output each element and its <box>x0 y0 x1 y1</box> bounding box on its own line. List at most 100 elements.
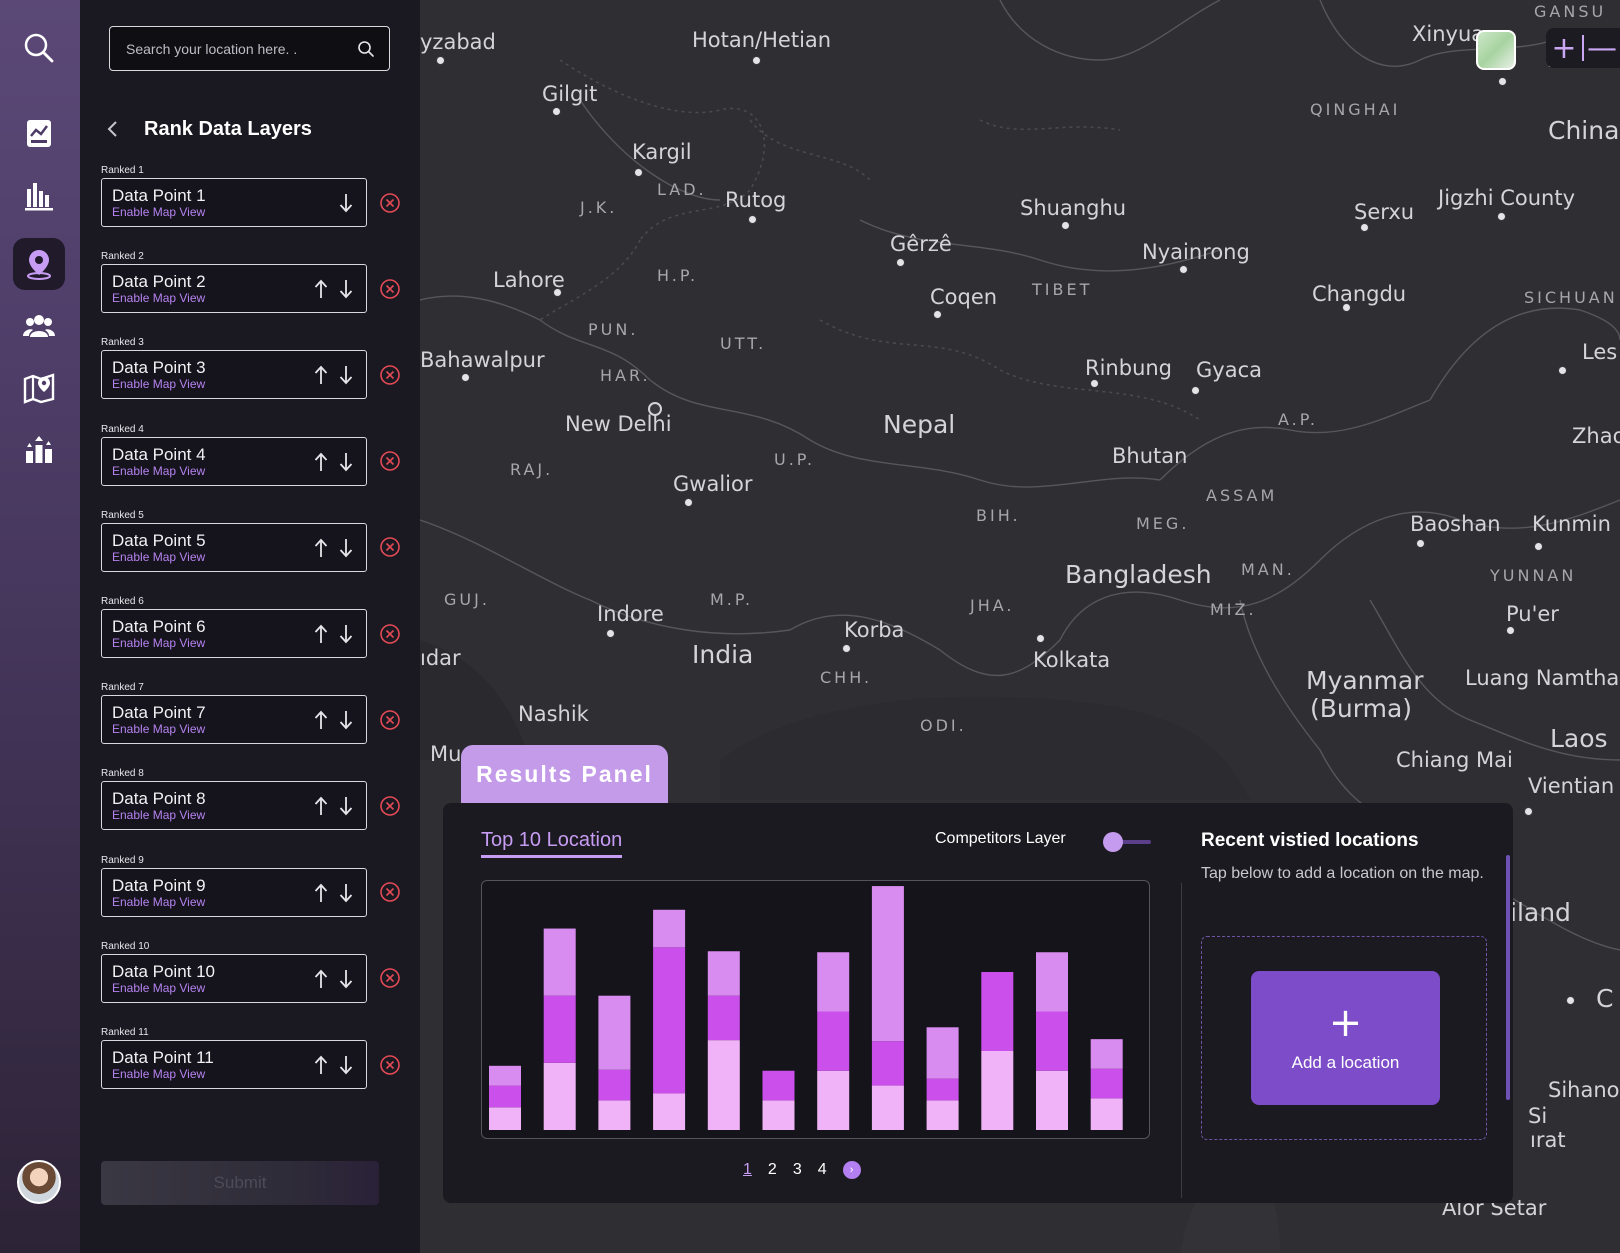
arrow-up-icon[interactable] <box>312 278 329 300</box>
rank-card[interactable]: Data Point 8 Enable Map View <box>101 781 367 831</box>
chart-bar-segment[interactable] <box>981 972 1014 1051</box>
arrow-down-icon[interactable] <box>337 537 354 559</box>
chart-bar-segment[interactable] <box>926 1100 959 1130</box>
search-icon[interactable] <box>13 22 65 74</box>
map-city-dot[interactable] <box>1416 539 1425 548</box>
remove-circle-icon[interactable] <box>379 536 401 558</box>
arrow-up-icon[interactable] <box>312 537 329 559</box>
arrow-down-icon[interactable] <box>337 623 354 645</box>
chart-bar-segment[interactable] <box>489 1107 521 1130</box>
capital-marker[interactable] <box>648 402 662 416</box>
remove-circle-icon[interactable] <box>379 278 401 300</box>
chart-bar-segment[interactable] <box>1090 1098 1123 1130</box>
chart-bar-segment[interactable] <box>817 952 850 1012</box>
search-box[interactable] <box>109 26 390 71</box>
arrow-down-icon[interactable] <box>337 1054 354 1076</box>
map-city-dot[interactable] <box>1036 634 1045 643</box>
chart-bar-segment[interactable] <box>762 1070 795 1101</box>
map-city-dot[interactable] <box>1566 996 1575 1005</box>
remove-circle-icon[interactable] <box>379 709 401 731</box>
chart-bar-segment[interactable] <box>707 1040 740 1130</box>
rank-card[interactable]: Data Point 7 Enable Map View <box>101 695 367 745</box>
remove-circle-icon[interactable] <box>379 1054 401 1076</box>
next-page-icon[interactable]: › <box>842 1161 861 1179</box>
page-2[interactable]: 2 <box>768 1161 777 1179</box>
remove-circle-icon[interactable] <box>379 192 401 214</box>
arrow-up-icon[interactable] <box>312 968 329 990</box>
map-city-dot[interactable] <box>1558 366 1567 375</box>
chart-bar-segment[interactable] <box>871 886 904 1042</box>
chart-bar-segment[interactable] <box>762 1100 795 1130</box>
rank-card[interactable]: Data Point 11 Enable Map View <box>101 1040 367 1089</box>
rank-card[interactable]: Data Point 3 Enable Map View <box>101 350 367 400</box>
arrow-down-icon[interactable] <box>337 364 354 386</box>
rank-card[interactable]: Data Point 5 Enable Map View <box>101 522 367 572</box>
map-city-dot[interactable] <box>1360 223 1369 232</box>
arrow-down-icon[interactable] <box>337 795 354 817</box>
ranking-icon[interactable] <box>13 424 65 476</box>
chart-bar-segment[interactable] <box>817 1070 850 1130</box>
chart-bar-segment[interactable] <box>981 1051 1014 1130</box>
chart-bar-segment[interactable] <box>489 1065 521 1086</box>
arrow-up-icon[interactable] <box>312 709 329 731</box>
page-1[interactable]: 1 <box>743 1161 752 1179</box>
map-city-dot[interactable] <box>1090 379 1099 388</box>
arrow-down-icon[interactable] <box>337 192 354 214</box>
submit-button[interactable]: Submit <box>101 1161 379 1205</box>
chart-bar-segment[interactable] <box>653 1093 686 1130</box>
map-city-dot[interactable] <box>752 56 761 65</box>
recent-scrollbar[interactable] <box>1506 855 1510 1100</box>
competitors-layer-toggle[interactable] <box>1103 832 1151 852</box>
zoom-in-button[interactable]: + <box>1546 28 1582 68</box>
chart-bar-segment[interactable] <box>1036 952 1068 1012</box>
remove-circle-icon[interactable] <box>379 967 401 989</box>
remove-circle-icon[interactable] <box>379 364 401 386</box>
chart-bar-segment[interactable] <box>598 995 631 1070</box>
map-city-dot[interactable] <box>748 215 757 224</box>
user-avatar[interactable] <box>17 1160 61 1204</box>
chart-bar-segment[interactable] <box>543 928 576 996</box>
chart-bar-segment[interactable] <box>543 995 576 1063</box>
chart-bar-segment[interactable] <box>926 1078 959 1101</box>
map-city-dot[interactable] <box>1506 626 1515 635</box>
chart-bar-segment[interactable] <box>707 951 740 996</box>
arrow-down-icon[interactable] <box>337 709 354 731</box>
map-city-dot[interactable] <box>896 258 905 267</box>
page-3[interactable]: 3 <box>793 1161 802 1179</box>
remove-circle-icon[interactable] <box>379 881 401 903</box>
arrow-up-icon[interactable] <box>312 364 329 386</box>
map-city-dot[interactable] <box>842 644 851 653</box>
bar-chart-icon[interactable] <box>13 170 65 222</box>
arrow-up-icon[interactable] <box>312 1054 329 1076</box>
chart-bar-segment[interactable] <box>817 1011 850 1071</box>
chart-bar-segment[interactable] <box>598 1100 631 1130</box>
map-city-dot[interactable] <box>436 56 445 65</box>
chart-bar-segment[interactable] <box>871 1085 904 1130</box>
rank-card[interactable]: Data Point 1 Enable Map View <box>101 178 367 227</box>
chart-bar-segment[interactable] <box>653 947 686 1094</box>
chart-bar-segment[interactable] <box>489 1085 521 1108</box>
add-location-button[interactable]: + Add a location <box>1251 971 1440 1105</box>
users-icon[interactable] <box>13 300 65 352</box>
chart-bar-segment[interactable] <box>1090 1068 1123 1099</box>
chart-bar-segment[interactable] <box>653 909 686 948</box>
map-city-dot[interactable] <box>553 288 562 297</box>
arrow-down-icon[interactable] <box>337 278 354 300</box>
map-city-dot[interactable] <box>1498 77 1507 86</box>
rank-card[interactable]: Data Point 6 Enable Map View <box>101 609 367 658</box>
arrow-up-icon[interactable] <box>312 882 329 904</box>
rank-card[interactable]: Data Point 2 Enable Map View <box>101 264 367 314</box>
rank-card[interactable]: Data Point 10 Enable Map View <box>101 953 367 1003</box>
chart-bar-segment[interactable] <box>871 1041 904 1086</box>
page-4[interactable]: 4 <box>818 1161 827 1179</box>
chart-bar-segment[interactable] <box>543 1062 576 1130</box>
arrow-up-icon[interactable] <box>312 623 329 645</box>
chart-bar-segment[interactable] <box>1036 1070 1068 1130</box>
chart-bar-segment[interactable] <box>707 995 740 1041</box>
map-city-dot[interactable] <box>1497 212 1506 221</box>
search-input[interactable] <box>126 40 357 57</box>
map-city-dot[interactable] <box>1061 221 1070 230</box>
back-chevron-icon[interactable] <box>100 116 126 142</box>
rank-card[interactable]: Data Point 4 Enable Map View <box>101 436 367 486</box>
arrow-down-icon[interactable] <box>337 451 354 473</box>
